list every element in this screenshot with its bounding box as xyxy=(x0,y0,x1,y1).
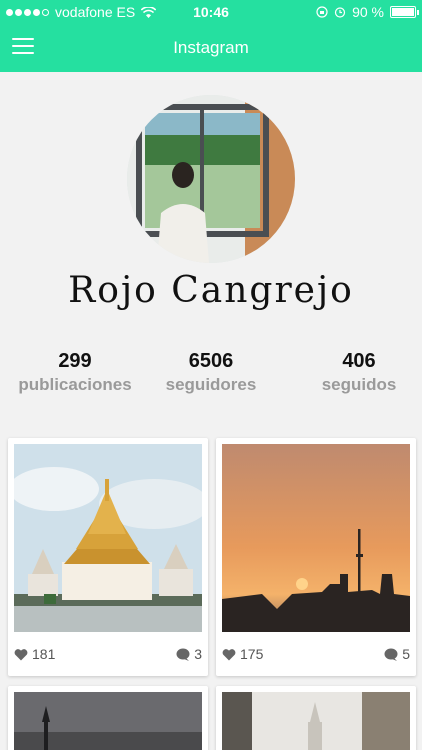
stat-value: 299 xyxy=(58,350,92,372)
post-photo[interactable] xyxy=(222,692,410,750)
comment-icon xyxy=(384,648,398,661)
profile-name: Rojo Cangrejo xyxy=(68,270,354,311)
post-photo[interactable] xyxy=(14,444,202,632)
nav-title: Instagram xyxy=(173,38,249,57)
post-comments[interactable]: 5 xyxy=(384,646,410,662)
likes-count: 175 xyxy=(240,646,264,662)
battery-icon xyxy=(390,6,419,18)
status-right: 90 % xyxy=(316,4,419,20)
post-card[interactable]: 181 3 xyxy=(8,438,208,676)
heart-icon xyxy=(222,648,236,660)
likes-count: 181 xyxy=(32,646,56,662)
post-card[interactable] xyxy=(216,686,416,750)
stat-label: publicaciones xyxy=(18,375,132,394)
navigation-bar: Instagram xyxy=(0,24,422,72)
stat-value: 6506 xyxy=(188,350,234,372)
stat-followers[interactable]: 6506 seguidores xyxy=(136,350,286,395)
post-likes[interactable]: 181 xyxy=(14,646,55,662)
battery-level xyxy=(392,8,414,16)
stat-value: 406 xyxy=(342,350,376,372)
battery-percent: 90 % xyxy=(352,4,384,20)
comment-icon xyxy=(176,648,190,661)
post-card[interactable]: 175 5 xyxy=(216,438,416,676)
post-comments[interactable]: 3 xyxy=(176,646,202,662)
stat-label: seguidos xyxy=(321,375,397,394)
comments-count: 3 xyxy=(194,646,202,662)
rotation-lock-icon xyxy=(316,6,328,18)
post-photo[interactable] xyxy=(14,692,202,750)
post-meta: 181 3 xyxy=(14,642,202,666)
comments-count: 5 xyxy=(402,646,410,662)
post-meta: 175 5 xyxy=(222,642,410,666)
post-likes[interactable]: 175 xyxy=(222,646,263,662)
profile-avatar[interactable] xyxy=(127,95,295,263)
app-header: vodafone ES 10:46 90 % Instagram xyxy=(0,0,422,72)
heart-icon xyxy=(14,648,28,660)
status-bar: vodafone ES 10:46 90 % xyxy=(0,0,422,24)
stat-posts[interactable]: 299 publicaciones xyxy=(0,350,150,395)
stat-label: seguidores xyxy=(165,375,257,394)
stat-following[interactable]: 406 seguidos xyxy=(284,350,422,395)
alarm-icon xyxy=(334,7,346,18)
profile-stats: 299 publicaciones 6506 seguidores 406 se… xyxy=(0,350,422,400)
post-card[interactable] xyxy=(8,686,208,750)
post-photo[interactable] xyxy=(222,444,410,632)
